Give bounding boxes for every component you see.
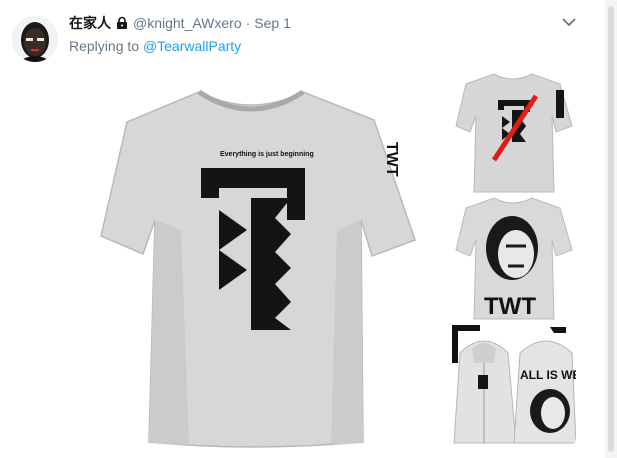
reply-context: Replying to @TearwallParty xyxy=(69,38,241,54)
separator-dot: · xyxy=(245,15,251,31)
reply-mention-link[interactable]: @TearwallParty xyxy=(143,38,241,54)
tshirt-slash-image xyxy=(450,70,576,194)
avatar-portrait-icon xyxy=(12,16,58,62)
user-handle[interactable]: @knight_AWxero xyxy=(133,15,242,31)
media-photo-main[interactable]: Everything is just beginning TWT xyxy=(69,70,448,448)
media-photo-4[interactable]: ALL IS WEL xyxy=(450,323,576,448)
media-photo-2[interactable] xyxy=(450,70,576,194)
chevron-down-icon xyxy=(562,17,576,26)
media-grid: Everything is just beginning TWT TWT ALL… xyxy=(69,70,576,448)
shirt-slogan: Everything is just beginning xyxy=(220,151,314,158)
thumb3-slogan-text: ALL IS WEL xyxy=(520,368,576,382)
tshirt-portrait-image: TWT xyxy=(450,196,576,321)
thumb2-twt-text: TWT xyxy=(484,293,536,320)
tweet-card[interactable]: 在家人 @knight_AWxero · Sep 1 Replying to @… xyxy=(0,0,617,458)
scrollbar[interactable] xyxy=(605,0,617,458)
avatar[interactable] xyxy=(12,16,58,62)
tshirt-front-image: Everything is just beginning TWT xyxy=(69,70,448,448)
hoodie-image: ALL IS WEL xyxy=(450,323,576,448)
timestamp[interactable]: Sep 1 xyxy=(254,15,291,31)
display-name[interactable]: 在家人 xyxy=(69,13,111,33)
media-photo-3[interactable]: TWT xyxy=(450,196,576,321)
tweet-header: 在家人 @knight_AWxero · Sep 1 xyxy=(69,13,291,33)
reply-prefix: Replying to xyxy=(69,38,140,54)
scrollbar-thumb[interactable] xyxy=(608,6,614,452)
sleeve-text: TWT xyxy=(383,142,400,177)
lock-icon xyxy=(115,16,129,30)
tweet-menu-button[interactable] xyxy=(559,14,579,30)
